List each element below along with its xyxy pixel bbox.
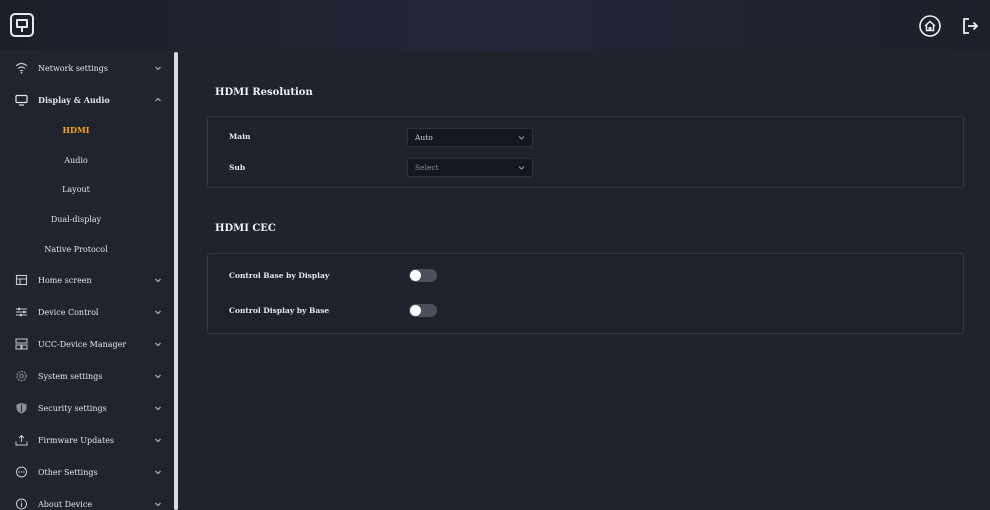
sub-resolution-select[interactable]: Select [407,158,533,177]
control-display-by-base-label: Control Display by Base [229,306,330,315]
hdmi-resolution-title: HDMI Resolution [215,87,313,98]
sidebar-subitem-hdmi[interactable]: HDMI [0,115,172,145]
top-bar [0,0,990,50]
sidebar-item-device-control[interactable]: Device Control [0,297,172,327]
sidebar-subitem-layout[interactable]: Layout [0,174,172,204]
more-icon [14,465,28,479]
chevron-down-icon [155,374,161,379]
sidebar-item-label: Display & Audio [38,95,110,105]
sidebar-item-label: Security settings [38,403,107,413]
sliders-icon [14,305,28,319]
logout-icon[interactable] [960,15,982,37]
chevron-down-icon [155,310,161,315]
sidebar-item-label: Home screen [38,275,92,285]
upload-icon [14,433,28,447]
chevron-down-icon [155,438,161,443]
chevron-up-icon [155,97,161,102]
sidebar-item-ucc-device-manager[interactable]: UCC-Device Manager [0,329,172,359]
sidebar-item-label: Other Settings [38,467,98,477]
sidebar-item-label: Network settings [38,63,109,73]
sidebar-subitem-native-protocol[interactable]: Native Protocol [0,234,172,264]
sidebar-item-label: Device Control [38,307,99,317]
sidebar: Network settings Display & Audio HDMI Au… [0,50,172,510]
sidebar-item-label: About Device [38,499,93,509]
chevron-down-icon [155,342,161,347]
sidebar-item-network-settings[interactable]: Network settings [0,53,172,83]
chevron-down-icon [518,136,525,140]
sidebar-item-firmware-updates[interactable]: Firmware Updates [0,425,172,455]
sidebar-item-display-audio[interactable]: Display & Audio [0,85,172,115]
app-logo-icon [10,13,34,37]
control-base-by-display-label: Control Base by Display [229,271,330,280]
chevron-down-icon [155,66,161,71]
sidebar-item-label: System settings [38,371,103,381]
hdmi-cec-title: HDMI CEC [215,223,276,234]
chevron-down-icon [155,278,161,283]
info-icon [14,497,28,510]
chevron-down-icon [155,470,161,475]
main-content: HDMI Resolution Main Auto Sub Select HDM… [180,50,990,510]
sub-resolution-label: Sub [229,163,246,172]
control-base-by-display-toggle[interactable] [409,269,437,282]
sidebar-scrollbar[interactable] [174,52,178,510]
sidebar-item-security-settings[interactable]: Security settings [0,393,172,423]
sidebar-subitem-dual-display[interactable]: Dual-display [0,204,172,234]
monitor-icon [14,93,28,107]
main-resolution-value: Auto [415,133,433,142]
main-resolution-select[interactable]: Auto [407,128,533,147]
sidebar-item-other-settings[interactable]: Other Settings [0,457,172,487]
sidebar-item-about-device[interactable]: About Device [0,489,172,510]
home-screen-icon [14,273,28,287]
shield-icon [14,401,28,415]
main-resolution-label: Main [229,132,251,141]
control-display-by-base-toggle[interactable] [409,304,437,317]
sidebar-item-label: UCC-Device Manager [38,339,127,349]
device-manager-icon [14,337,28,351]
chevron-down-icon [155,406,161,411]
hdmi-cec-panel: Control Base by Display Control Display … [207,253,964,334]
chevron-down-icon [155,502,161,507]
gear-icon [14,369,28,383]
sub-resolution-placeholder: Select [415,163,439,172]
sidebar-item-system-settings[interactable]: System settings [0,361,172,391]
sidebar-item-label: Firmware Updates [38,435,115,445]
hdmi-resolution-panel: Main Auto Sub Select [207,116,964,188]
sidebar-subitem-audio[interactable]: Audio [0,145,172,175]
chevron-down-icon [518,166,525,170]
home-icon[interactable] [919,15,941,37]
sidebar-item-home-screen[interactable]: Home screen [0,265,172,295]
wifi-icon [14,61,28,75]
